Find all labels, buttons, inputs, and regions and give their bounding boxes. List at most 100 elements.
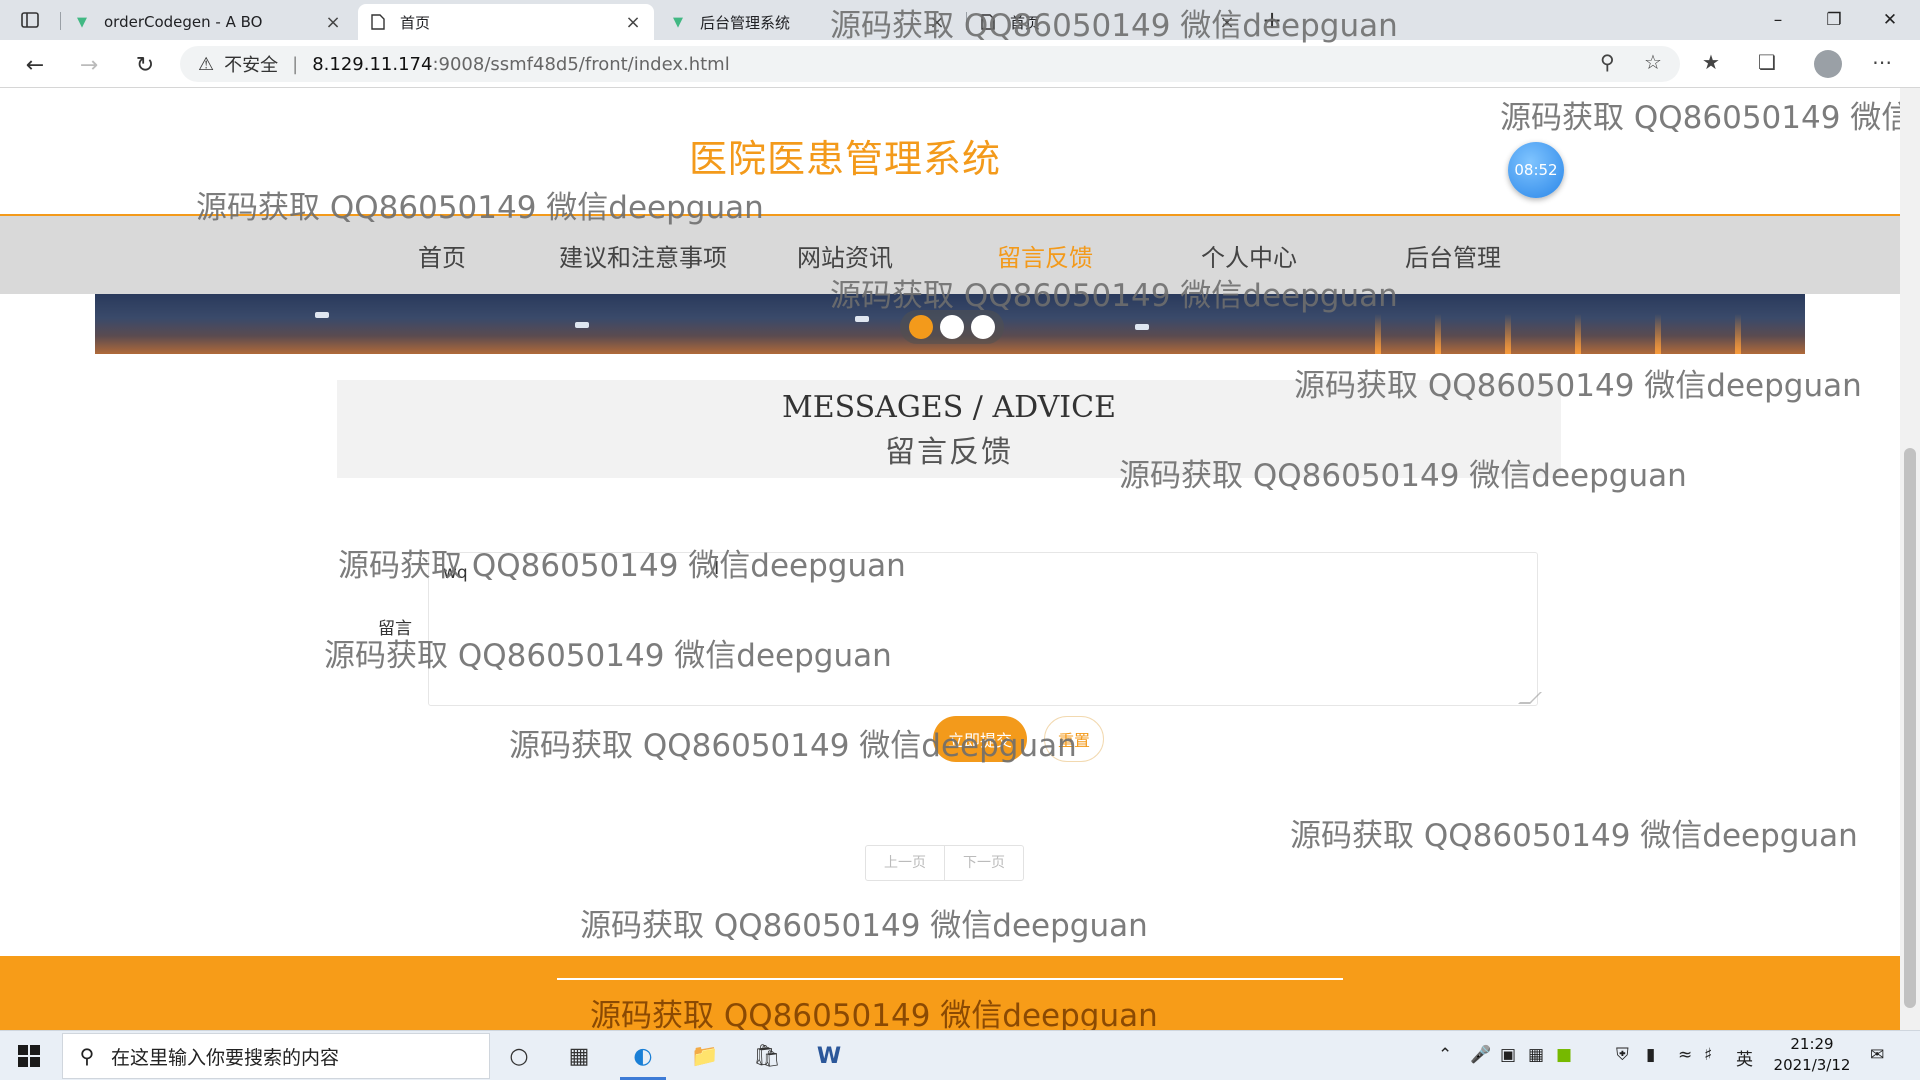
carousel-indicators bbox=[900, 310, 1004, 344]
nav-item-profile[interactable]: 个人中心 bbox=[1201, 238, 1297, 273]
close-icon[interactable]: × bbox=[1218, 12, 1236, 33]
site-title: 医院医患管理系统 bbox=[688, 137, 1001, 181]
security-label: 不安全 bbox=[224, 55, 279, 76]
edge-icon[interactable]: ◐ bbox=[626, 1039, 660, 1073]
tab-label: 首页 bbox=[1010, 13, 1041, 32]
pagination: 上一页 下一页 bbox=[865, 845, 1024, 881]
banner-light bbox=[1505, 314, 1511, 354]
forward-icon[interactable]: → bbox=[74, 50, 104, 80]
restore-icon[interactable]: ❐ bbox=[1806, 0, 1862, 40]
page-icon bbox=[980, 14, 996, 30]
tab-separator bbox=[966, 12, 967, 30]
security-shield-icon[interactable]: ⛨ bbox=[1616, 1045, 1629, 1065]
main-nav: 首页 建议和注意事项 网站资讯 留言反馈 个人中心 后台管理 bbox=[0, 214, 1900, 294]
banner-light bbox=[1655, 314, 1661, 354]
minimize-icon[interactable]: – bbox=[1750, 0, 1806, 40]
web-page: 医院医患管理系统 08:52 首页 建议和注意事项 网站资讯 留言反馈 个人中心… bbox=[0, 88, 1900, 1030]
microphone-icon[interactable]: 🎤 bbox=[1470, 1045, 1491, 1065]
watermark: 源码获取 QQ86050149 微信deepguan bbox=[1290, 818, 1858, 854]
reload-icon[interactable]: ↻ bbox=[130, 50, 160, 80]
prev-page-button[interactable]: 上一页 bbox=[866, 846, 945, 880]
reset-button[interactable]: 重置 bbox=[1044, 716, 1104, 762]
message-textarea[interactable]: wq bbox=[428, 552, 1538, 706]
nav-item-home[interactable]: 首页 bbox=[418, 238, 466, 273]
wifi-icon[interactable]: ≈ bbox=[1678, 1045, 1692, 1065]
banner-boat bbox=[855, 316, 869, 322]
favorites-icon[interactable]: ★ bbox=[1702, 50, 1720, 74]
watermark: 源码获取 QQ86050149 微信deepguan bbox=[580, 908, 1148, 944]
section-title-cn: 留言反馈 bbox=[885, 435, 1013, 470]
task-view-icon[interactable]: ▦ bbox=[562, 1039, 596, 1073]
section-header: MESSAGES / ADVICE 留言反馈 bbox=[337, 380, 1561, 478]
tab-admin[interactable]: ▼ 后台管理系统 × bbox=[658, 4, 958, 40]
nav-item-news[interactable]: 网站资讯 bbox=[797, 238, 893, 273]
nav-item-messages[interactable]: 留言反馈 bbox=[997, 238, 1093, 273]
clock-widget: 08:52 bbox=[1508, 142, 1564, 198]
tray-overflow-icon[interactable]: ⌃ bbox=[1438, 1045, 1452, 1065]
tab-extra[interactable]: 首页 × bbox=[968, 4, 1248, 40]
carousel-dot[interactable] bbox=[939, 315, 964, 339]
tray-app-icon[interactable]: ▣ bbox=[1500, 1045, 1516, 1065]
nav-item-admin[interactable]: 后台管理 bbox=[1405, 238, 1501, 273]
new-tab-icon[interactable]: + bbox=[1262, 6, 1282, 34]
tab-home[interactable]: 首页 × bbox=[358, 4, 654, 40]
store-icon[interactable]: 🛍 bbox=[750, 1039, 784, 1073]
file-explorer-icon[interactable]: 📁 bbox=[688, 1039, 722, 1073]
section-title-en: MESSAGES / ADVICE bbox=[781, 390, 1116, 425]
submit-button[interactable]: 立即提交 bbox=[933, 716, 1027, 762]
windows-taskbar: ⚲ 在这里输入你要搜索的内容 ○ ▦ ◐ 📁 🛍 W ⌃ 🎤 ▣ ▦ ■ ⛨ ▮… bbox=[0, 1030, 1920, 1080]
next-page-button[interactable]: 下一页 bbox=[945, 846, 1023, 880]
carousel-dot[interactable] bbox=[970, 315, 995, 339]
carousel-dot[interactable] bbox=[909, 315, 934, 339]
ime-indicator[interactable]: 英 bbox=[1736, 1045, 1753, 1070]
page-icon bbox=[370, 14, 386, 30]
tab-separator bbox=[60, 12, 61, 30]
browser-tab-bar: ▼ orderCodegen - A BO × 首页 × ▼ 后台管理系统 × … bbox=[0, 0, 1920, 40]
banner-light bbox=[1575, 314, 1581, 354]
tab-actions-icon[interactable] bbox=[20, 10, 40, 30]
banner-boat bbox=[315, 312, 329, 318]
profile-avatar[interactable] bbox=[1814, 50, 1842, 78]
tab-label: 后台管理系统 bbox=[700, 13, 791, 32]
banner-light bbox=[1435, 314, 1441, 354]
volume-icon[interactable]: ♯ bbox=[1704, 1045, 1712, 1065]
scrollbar-thumb[interactable] bbox=[1904, 448, 1916, 1008]
banner-light bbox=[1375, 314, 1381, 354]
more-icon[interactable]: ⋯ bbox=[1872, 50, 1892, 74]
url-field[interactable]: ⚠ 不安全 | 8.129.11.174 :9008/ssmf48d5/fron… bbox=[180, 46, 1680, 82]
close-window-icon[interactable]: ✕ bbox=[1862, 0, 1918, 40]
taskbar-time: 21:29 bbox=[1790, 1035, 1834, 1053]
taskbar-date: 2021/3/12 bbox=[1773, 1056, 1851, 1074]
search-icon: ⚲ bbox=[79, 1044, 95, 1068]
word-icon[interactable]: W bbox=[812, 1039, 846, 1073]
banner-boat bbox=[1135, 324, 1149, 330]
url-separator: | bbox=[292, 53, 299, 75]
tray-app-icon[interactable]: ▦ bbox=[1528, 1045, 1544, 1065]
taskbar-search-field[interactable]: ⚲ 在这里输入你要搜索的内容 bbox=[62, 1033, 490, 1079]
collections-icon[interactable]: ❏ bbox=[1758, 50, 1776, 74]
url-host: 8.129.11.174 bbox=[312, 53, 433, 75]
notifications-icon[interactable]: ✉ bbox=[1870, 1045, 1884, 1065]
site-footer bbox=[0, 956, 1900, 1030]
taskbar-clock[interactable]: 21:29 2021/3/12 bbox=[1766, 1034, 1858, 1076]
page-scrollbar[interactable] bbox=[1900, 88, 1920, 1030]
close-icon[interactable]: × bbox=[928, 12, 946, 33]
vue-icon: ▼ bbox=[77, 14, 87, 30]
url-path: :9008/ssmf48d5/front/index.html bbox=[432, 53, 730, 75]
tab-label: orderCodegen - A BO bbox=[104, 13, 263, 31]
warning-icon: ⚠ bbox=[198, 53, 215, 75]
text-cursor-icon: I bbox=[714, 558, 720, 579]
address-bar: ← → ↻ ⚠ 不安全 | 8.129.11.174 :9008/ssmf48d… bbox=[0, 40, 1920, 88]
tab-ordercodegen[interactable]: ▼ orderCodegen - A BO × bbox=[62, 4, 354, 40]
close-icon[interactable]: × bbox=[324, 12, 342, 33]
windows-start-icon[interactable] bbox=[18, 1045, 40, 1067]
close-icon[interactable]: × bbox=[624, 12, 642, 33]
back-icon[interactable]: ← bbox=[20, 50, 50, 80]
battery-icon[interactable]: ▮ bbox=[1646, 1045, 1655, 1065]
key-icon[interactable]: ⚲ bbox=[1600, 50, 1615, 74]
footer-divider bbox=[557, 978, 1343, 980]
cortana-icon[interactable]: ○ bbox=[502, 1039, 536, 1073]
nvidia-icon[interactable]: ■ bbox=[1556, 1045, 1572, 1065]
nav-item-advice[interactable]: 建议和注意事项 bbox=[559, 238, 727, 273]
add-favorite-icon[interactable]: ☆ bbox=[1644, 50, 1662, 74]
